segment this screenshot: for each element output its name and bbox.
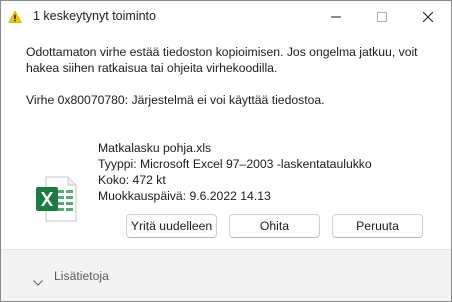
minimize-button[interactable] — [313, 1, 359, 33]
chevron-down-icon[interactable] — [33, 273, 43, 291]
file-modified: Muokkauspäivä: 9.6.2022 14.13 — [98, 189, 271, 203]
file-details: Matkalasku pohja.xls Tyyppi: Microsoft E… — [98, 140, 372, 204]
window-title: 1 keskeytynyt toiminto — [33, 9, 156, 23]
minimize-icon — [331, 16, 341, 18]
maximize-icon — [377, 12, 387, 22]
file-size: Koko: 472 kt — [98, 173, 166, 187]
retry-button[interactable]: Yritä uudelleen — [126, 214, 217, 238]
dialog-body: Odottamaton virhe estää tiedoston kopioi… — [1, 33, 451, 249]
title-bar[interactable]: 1 keskeytynyt toiminto — [1, 1, 451, 33]
details-footer[interactable]: Lisätietoja — [1, 249, 451, 301]
details-toggle-label[interactable]: Lisätietoja — [54, 269, 109, 283]
error-message: Odottamaton virhe estää tiedoston kopioi… — [26, 45, 418, 75]
maximize-button[interactable] — [359, 1, 405, 33]
skip-button[interactable]: Ohita — [229, 214, 320, 238]
close-icon — [423, 12, 433, 22]
excel-file-icon — [34, 175, 78, 223]
file-name: Matkalasku pohja.xls — [98, 141, 212, 155]
warning-icon — [8, 10, 22, 24]
close-button[interactable] — [405, 1, 451, 33]
error-code-text: Virhe 0x80070780: Järjestelmä ei voi käy… — [26, 93, 325, 107]
dialog-window: 1 keskeytynyt toiminto Odottamaton virhe… — [0, 0, 452, 302]
file-type: Tyyppi: Microsoft Excel 97–2003 -laskent… — [98, 157, 372, 171]
cancel-button[interactable]: Peruuta — [332, 214, 423, 238]
